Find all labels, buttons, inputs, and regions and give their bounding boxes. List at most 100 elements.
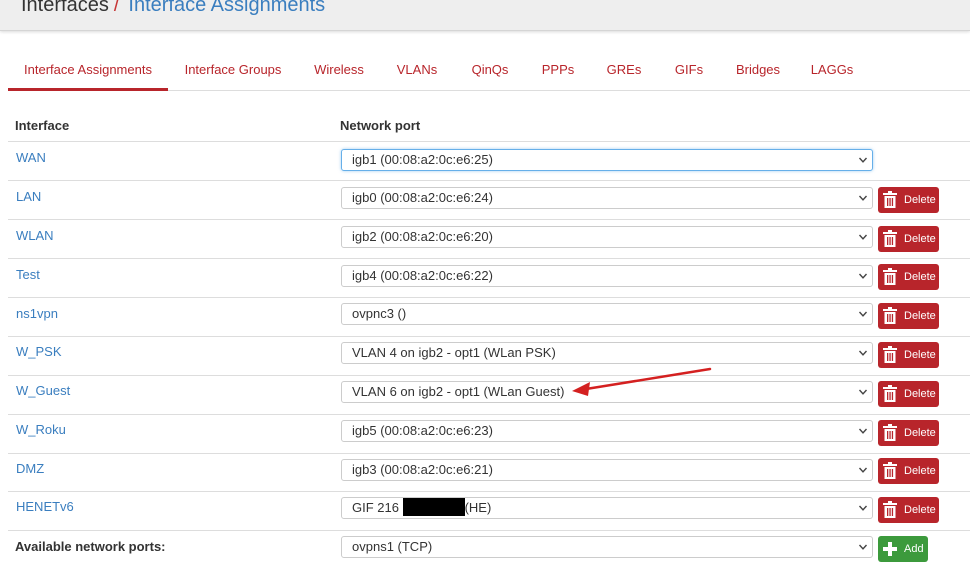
chevron-down-icon [858,544,868,550]
interface-link[interactable]: Test [16,267,40,282]
delete-button[interactable]: Delete [878,264,939,290]
interface-link[interactable]: W_Guest [16,383,70,398]
chevron-down-icon [858,234,868,240]
network-port-value-prefix: GIF 216 [352,500,399,515]
chevron-down-icon [858,273,868,279]
available-ports-label: Available network ports: [15,539,166,554]
delete-button[interactable]: Delete [878,303,939,329]
delete-button[interactable]: Delete [878,381,939,407]
add-button[interactable]: Add [878,536,928,562]
network-port-value: igb0 (00:08:a2:0c:e6:24) [352,190,493,205]
network-port-select[interactable]: igb1 (00:08:a2:0c:e6:25) [341,149,873,171]
tab-interface-assignments[interactable]: Interface Assignments [8,52,168,91]
trash-icon [883,424,897,441]
table-row: WAN igb1 (00:08:a2:0c:e6:25) [8,141,970,180]
delete-button[interactable]: Delete [878,187,939,213]
network-port-value: ovpnc3 () [352,306,407,321]
network-port-value: VLAN 4 on igb2 - opt1 (WLan PSK) [352,345,556,360]
network-port-select[interactable]: ovpnc3 () [341,303,873,325]
available-port-value: ovpns1 (TCP) [352,539,433,554]
tab-bridges[interactable]: Bridges [727,52,789,91]
interface-link[interactable]: W_PSK [16,344,62,359]
add-button-label: Add [904,543,924,555]
delete-button-label: Delete [904,310,936,322]
chevron-down-icon [858,467,868,473]
trash-icon [883,307,897,324]
breadcrumb-separator: / [113,0,120,16]
table-row: WLAN igb2 (00:08:a2:0c:e6:20) Delete [8,219,970,258]
table-row-available-ports: Available network ports: ovpns1 (TCP) Ad… [8,530,970,569]
delete-button-label: Delete [904,465,936,477]
table-row: HENETv6 GIF 216 (HE) Delete [8,491,970,530]
column-header-network-port: Network port [340,118,421,133]
trash-icon [883,268,897,285]
network-port-value: igb3 (00:08:a2:0c:e6:21) [352,462,493,477]
breadcrumb: Interfaces / Interface Assignments [21,0,325,17]
tab-vlans[interactable]: VLANs [391,52,443,91]
interface-link[interactable]: HENETv6 [16,499,74,514]
trash-icon [883,191,897,208]
delete-button[interactable]: Delete [878,420,939,446]
delete-button[interactable]: Delete [878,342,939,368]
tab-wireless[interactable]: Wireless [307,52,371,91]
tab-interface-groups[interactable]: Interface Groups [178,52,288,91]
delete-button-label: Delete [904,194,936,206]
chevron-down-icon [858,350,868,356]
tab-ppps[interactable]: PPPs [534,52,582,91]
network-port-value: igb2 (00:08:a2:0c:e6:20) [352,229,493,244]
chevron-down-icon [858,389,868,395]
tab-qinqs[interactable]: QinQs [466,52,514,91]
delete-button-label: Delete [904,233,936,245]
interface-link[interactable]: WLAN [16,228,54,243]
tab-gres[interactable]: GREs [600,52,648,91]
network-port-select[interactable]: igb5 (00:08:a2:0c:e6:23) [341,420,873,442]
trash-icon [883,346,897,363]
delete-button-label: Delete [904,388,936,400]
tab-gifs[interactable]: GIFs [667,52,711,91]
interface-link[interactable]: WAN [16,150,46,165]
delete-button-label: Delete [904,271,936,283]
interface-link[interactable]: W_Roku [16,422,66,437]
network-port-value: igb5 (00:08:a2:0c:e6:23) [352,423,493,438]
trash-icon [883,230,897,247]
table-row: W_PSK VLAN 4 on igb2 - opt1 (WLan PSK) D… [8,336,970,375]
plus-icon [883,542,897,556]
table-row: W_Roku igb5 (00:08:a2:0c:e6:23) Delete [8,414,970,453]
network-port-value: igb4 (00:08:a2:0c:e6:22) [352,268,493,283]
chevron-down-icon [858,157,868,163]
interface-link[interactable]: LAN [16,189,41,204]
network-port-value-suffix: (HE) [464,500,492,515]
table-row: Test igb4 (00:08:a2:0c:e6:22) Delete [8,258,970,297]
available-port-select[interactable]: ovpns1 (TCP) [341,536,873,558]
chevron-down-icon [858,428,868,434]
chevron-down-icon [858,195,868,201]
delete-button-label: Delete [904,349,936,361]
chevron-down-icon [858,311,868,317]
table-row: ns1vpn ovpnc3 () Delete [8,297,970,336]
network-port-select[interactable]: GIF 216 (HE) [341,497,873,519]
delete-button-label: Delete [904,427,936,439]
table-row: DMZ igb3 (00:08:a2:0c:e6:21) Delete [8,453,970,492]
annotation-arrow-icon [572,367,712,396]
delete-button-label: Delete [904,504,936,516]
breadcrumb-root[interactable]: Interfaces [21,0,109,16]
tab-bar: Interface Assignments Interface Groups W… [8,52,970,91]
network-port-select[interactable]: igb0 (00:08:a2:0c:e6:24) [341,187,873,209]
tab-laggs[interactable]: LAGGs [805,52,859,91]
network-port-select[interactable]: igb4 (00:08:a2:0c:e6:22) [341,265,873,287]
network-port-value: VLAN 6 on igb2 - opt1 (WLan Guest) [352,384,565,399]
interface-link[interactable]: DMZ [16,461,44,476]
network-port-select[interactable]: igb2 (00:08:a2:0c:e6:20) [341,226,873,248]
delete-button[interactable]: Delete [878,226,939,252]
interface-link[interactable]: ns1vpn [16,306,58,321]
column-header-interface: Interface [15,118,70,133]
delete-button[interactable]: Delete [878,458,939,484]
trash-icon [883,501,897,518]
network-port-select[interactable]: igb3 (00:08:a2:0c:e6:21) [341,459,873,481]
delete-button[interactable]: Delete [878,497,939,523]
redaction-block [402,498,465,516]
table-row: LAN igb0 (00:08:a2:0c:e6:24) Delete [8,180,970,219]
breadcrumb-current[interactable]: Interface Assignments [128,0,325,16]
trash-icon [883,385,897,402]
network-port-value: igb1 (00:08:a2:0c:e6:25) [352,152,493,167]
